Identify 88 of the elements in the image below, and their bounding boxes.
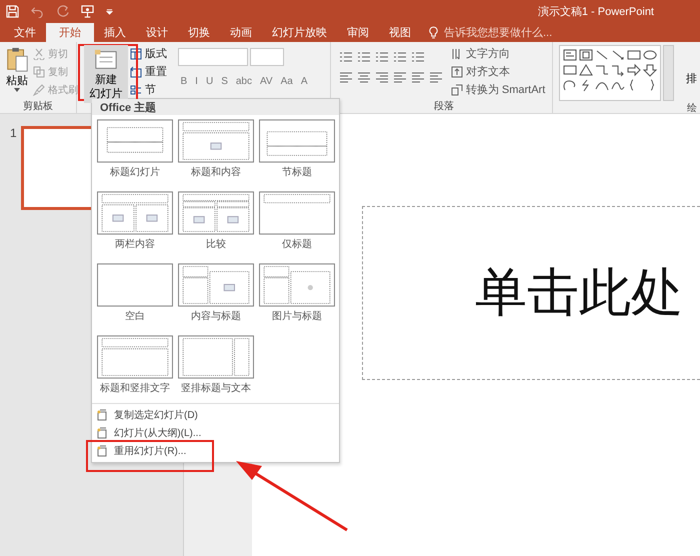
align-center-icon[interactable] [356, 71, 371, 83]
menu-item[interactable]: 复制选定幻灯片(D) [92, 406, 202, 424]
align-text-icon [450, 66, 463, 78]
scissors-icon [33, 48, 45, 60]
font-format-button[interactable]: Aa [278, 76, 296, 87]
menu-item[interactable]: 重用幻灯片(R)... [92, 442, 190, 460]
reset-icon [130, 66, 142, 78]
align-left-icon[interactable] [338, 71, 353, 83]
paragraph-command[interactable]: 转换为 SmartArt [450, 81, 546, 98]
window-title: 演示文稿1 - PowerPoint [538, 4, 654, 18]
shape-icon[interactable] [562, 63, 578, 77]
highlight-box [78, 44, 138, 101]
layout-option[interactable]: 空白 [96, 263, 174, 329]
ribbon-tab[interactable]: 动画 [220, 23, 262, 42]
shape-icon[interactable] [578, 63, 594, 77]
menu-header: Office 主题 [92, 99, 339, 115]
layout-option[interactable]: 仅标题 [258, 191, 336, 257]
lightbulb-icon [429, 26, 438, 39]
section-icon [130, 84, 142, 96]
document-icon [96, 427, 108, 439]
ribbon-tab[interactable]: 开始 [46, 23, 94, 42]
menu-item[interactable]: 幻灯片(从大纲)(L)... [92, 424, 206, 442]
customize-icon[interactable] [106, 8, 113, 14]
font-format-button[interactable]: B [178, 76, 190, 87]
shape-icon[interactable] [594, 63, 610, 77]
shape-icon[interactable] [642, 63, 658, 77]
shapes-gallery[interactable] [559, 45, 661, 101]
layout-option[interactable]: 标题和竖排文字 [96, 335, 174, 401]
arrange-label[interactable]: 排 [686, 71, 697, 101]
shape-icon[interactable] [610, 48, 626, 62]
gallery-scrollbar[interactable] [663, 45, 674, 101]
shape-icon[interactable] [578, 48, 594, 62]
font-format-button[interactable]: A [298, 76, 310, 87]
duplicate-slide-icon [96, 409, 108, 421]
layout-option[interactable]: 内容与标题 [177, 263, 255, 329]
shape-icon[interactable] [562, 78, 578, 92]
font-format-button[interactable]: I [192, 76, 201, 87]
save-icon[interactable] [6, 4, 19, 18]
clipboard-icon [5, 47, 29, 73]
bullet-list-icon[interactable] [338, 51, 353, 63]
ribbon-tab[interactable]: 切换 [178, 23, 220, 42]
slideshow-icon[interactable] [81, 4, 94, 18]
ribbon-tab[interactable]: 视图 [379, 23, 421, 42]
font-format-button[interactable]: U [202, 76, 216, 87]
new-slide-button[interactable]: 新建 幻灯片 [84, 45, 128, 103]
shape-icon[interactable] [626, 63, 642, 77]
layout-option[interactable]: 竖排标题与文本 [177, 335, 255, 401]
title-placeholder[interactable]: 单击此处 [362, 206, 700, 380]
font-format-button[interactable]: S [218, 76, 231, 87]
group-label: 剪贴板 [22, 100, 54, 113]
align-right-icon[interactable] [374, 71, 389, 83]
paste-button[interactable]: 粘贴 [3, 45, 31, 99]
font-size-field[interactable] [250, 48, 284, 66]
ribbon-tab[interactable]: 审阅 [337, 23, 379, 42]
slide-command[interactable]: 节 [130, 81, 167, 98]
layout-option[interactable]: 比较 [177, 191, 255, 257]
shape-icon[interactable] [626, 48, 642, 62]
document-icon [96, 445, 108, 457]
smartart-icon [450, 84, 463, 96]
font-format-button[interactable]: abc [232, 76, 255, 87]
slide-command[interactable]: 版式 [130, 45, 167, 62]
group-label: 绘 [686, 102, 697, 115]
layout-option[interactable]: 标题和内容 [177, 119, 255, 185]
tell-me-field[interactable]: 告诉我您想要做什么... [429, 23, 596, 42]
group-label: 段落 [432, 100, 455, 113]
shape-icon[interactable] [610, 63, 626, 77]
paragraph-command[interactable]: 文字方向 [450, 45, 546, 62]
caret-icon [14, 88, 20, 92]
layout-option[interactable]: 标题幻灯片 [96, 119, 174, 185]
copy-icon [33, 66, 45, 78]
layout-option[interactable]: 图片与标题 [258, 263, 336, 329]
ribbon-tab[interactable]: 设计 [136, 23, 178, 42]
shape-icon[interactable] [642, 48, 658, 62]
ribbon-tab[interactable]: 插入 [94, 23, 136, 42]
font-name-field[interactable] [178, 48, 248, 66]
slide-number: 1 [10, 126, 17, 142]
justify-icon[interactable] [392, 71, 407, 83]
ribbon-tab[interactable]: 文件 [4, 23, 46, 42]
layout-icon [130, 48, 142, 60]
layout-option[interactable]: 两栏内容 [96, 191, 174, 257]
layout-option[interactable]: 节标题 [258, 119, 336, 185]
font-format-button[interactable]: AV [256, 76, 276, 87]
shape-icon[interactable] [562, 48, 578, 62]
ribbon-tab[interactable]: 幻灯片放映 [262, 23, 337, 42]
shape-icon[interactable] [594, 48, 610, 62]
brush-icon [33, 84, 45, 96]
paragraph-command[interactable]: 对齐文本 [450, 63, 546, 80]
slide-command[interactable]: 重置 [130, 63, 167, 80]
